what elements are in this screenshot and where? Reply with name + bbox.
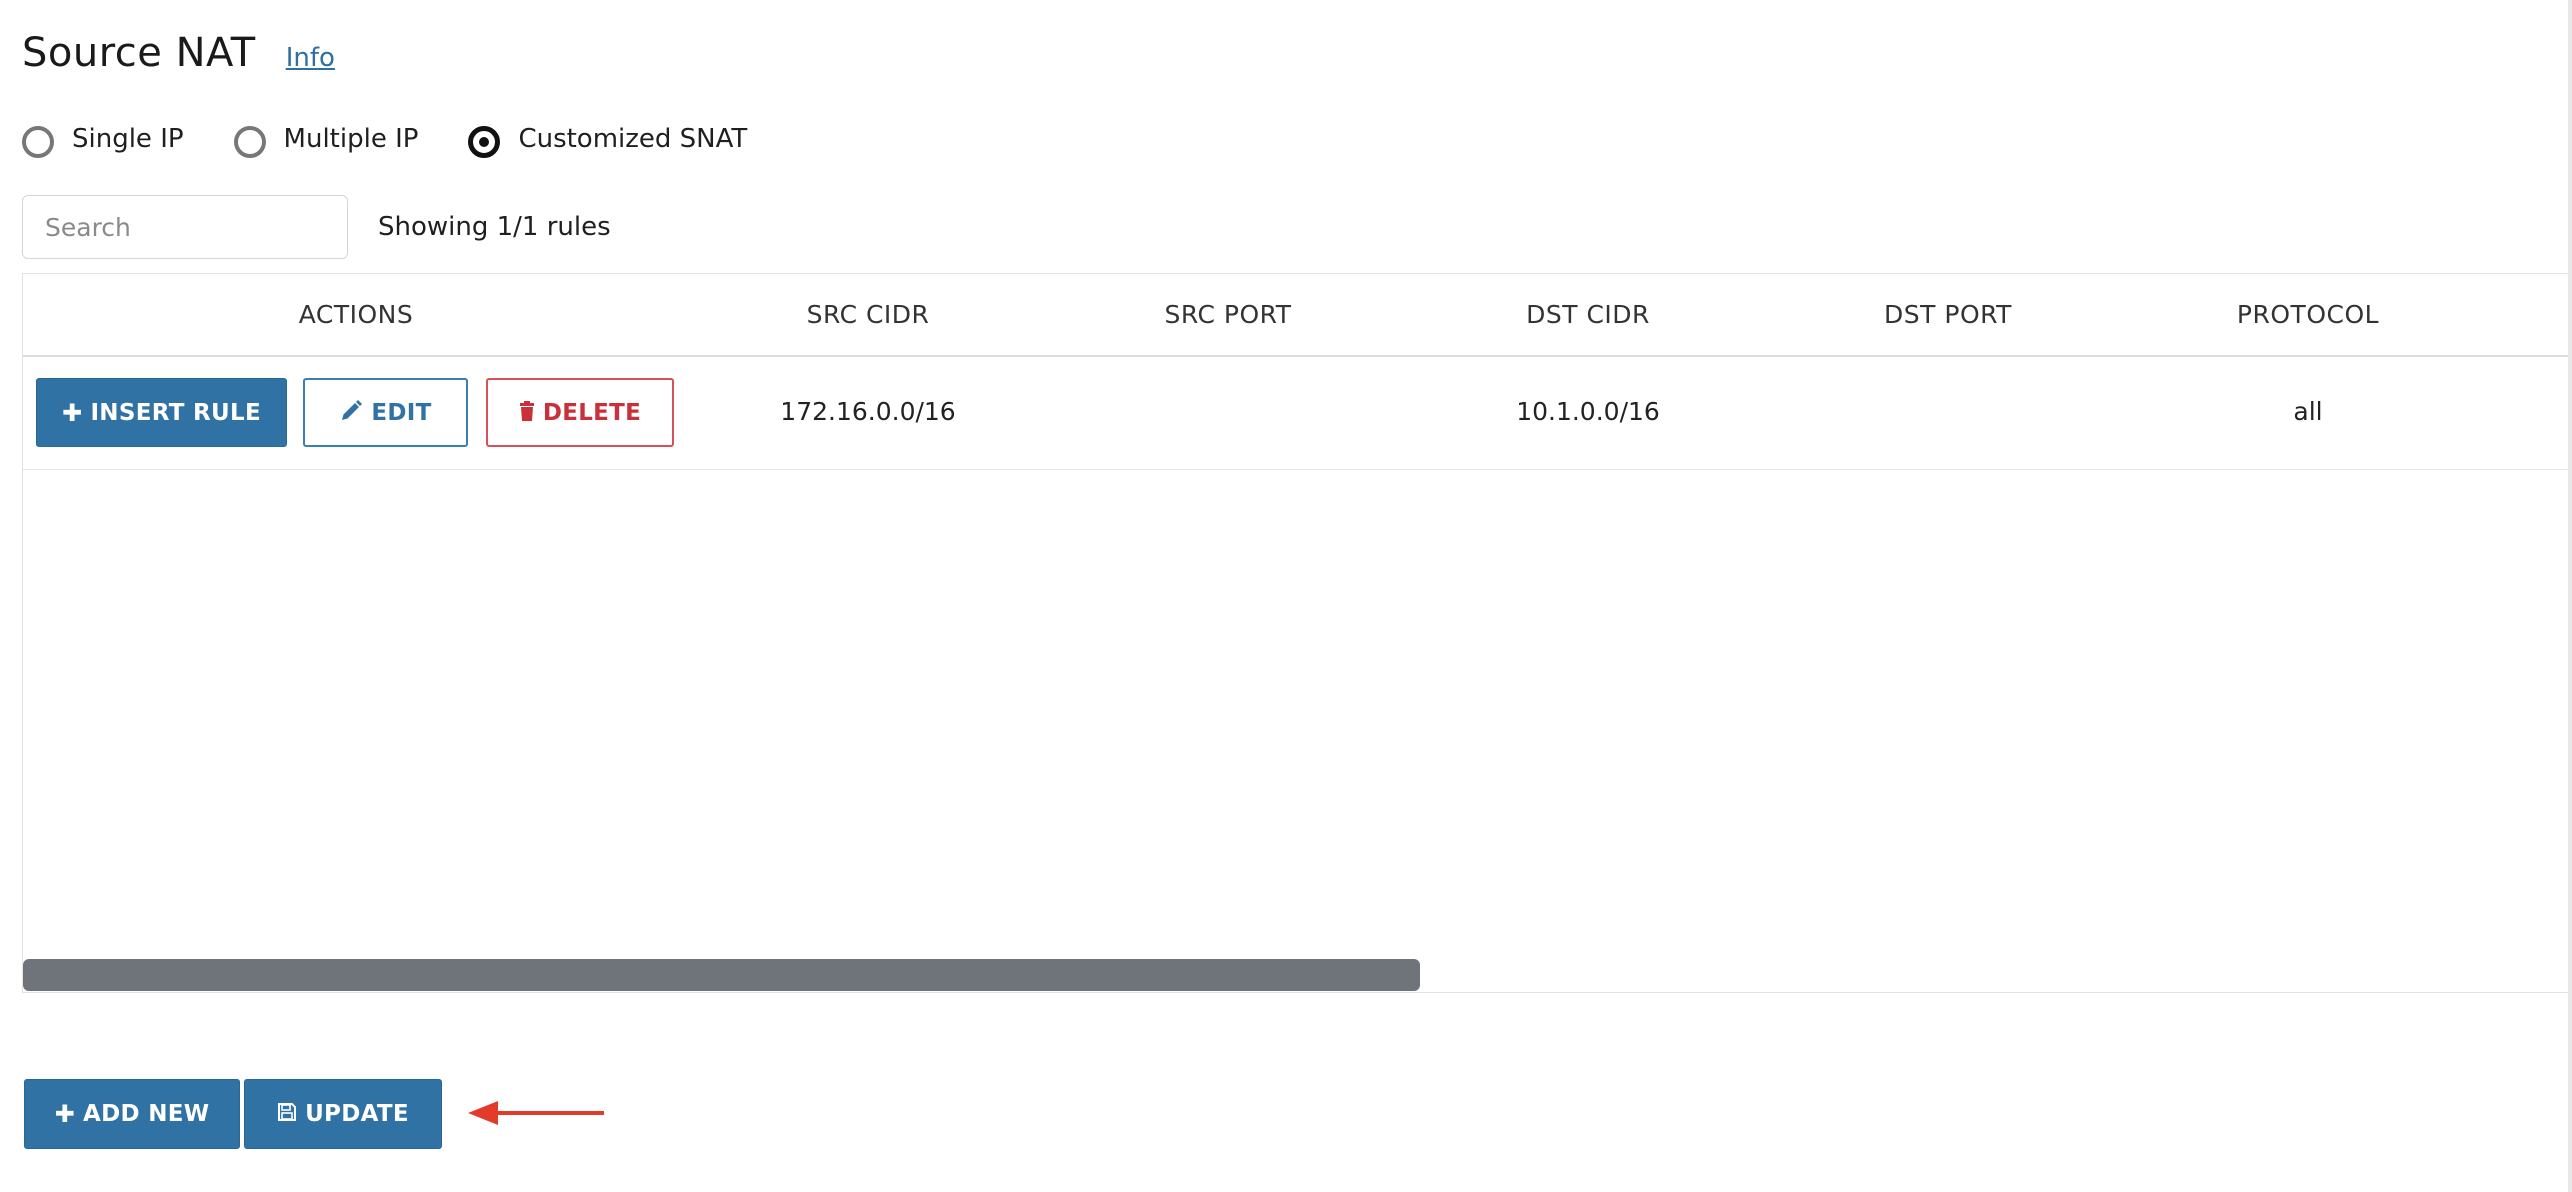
window-edge [2568, 0, 2572, 1192]
add-new-button[interactable]: ✚ ADD NEW [24, 1079, 240, 1149]
radio-multiple-ip[interactable]: Multiple IP [233, 120, 419, 158]
edit-button[interactable]: EDIT [303, 378, 468, 447]
cell-protocol: all [2293, 397, 2323, 426]
column-header-actions: ACTIONS [298, 300, 414, 329]
plus-icon: ✚ [62, 398, 83, 427]
title-row: Source NAT Info [22, 30, 335, 76]
radio-customized-snat-circle[interactable] [468, 126, 501, 158]
radio-single-ip-label: Single IP [72, 124, 184, 154]
cell-src-cidr: 172.16.0.0/16 [780, 397, 956, 426]
plus-icon: ✚ [54, 1100, 75, 1128]
radio-multiple-ip-circle[interactable] [233, 126, 266, 158]
column-header-protocol: PROTOCOL [2236, 300, 2380, 329]
arrow-left-icon [468, 1100, 608, 1130]
page: Source NAT Info Single IP Multiple IP Cu… [0, 0, 2572, 1192]
insert-rule-label: INSERT RULE [90, 399, 261, 426]
radio-single-ip[interactable]: Single IP [22, 120, 184, 158]
table-header: ACTIONS SRC CIDR SRC PORT DST CIDR DST P… [23, 274, 2572, 357]
rules-table: ACTIONS SRC CIDR SRC PORT DST CIDR DST P… [22, 273, 2572, 993]
delete-label: DELETE [542, 399, 642, 426]
snat-mode-radio-group: Single IP Multiple IP Customized SNAT [22, 120, 797, 158]
table-row: ✚ INSERT RULE EDIT DELETE 172.16.0.0/16 … [23, 357, 2572, 470]
info-link[interactable]: Info [286, 43, 335, 73]
cell-dst-cidr: 10.1.0.0/16 [1516, 397, 1660, 426]
pencil-icon [339, 399, 363, 427]
insert-rule-button[interactable]: ✚ INSERT RULE [36, 378, 287, 447]
delete-button[interactable]: DELETE [486, 378, 674, 447]
column-header-src-port: SRC PORT [1164, 300, 1292, 329]
page-title: Source NAT [22, 30, 256, 76]
radio-customized-snat-label: Customized SNAT [518, 124, 748, 154]
column-header-dst-port: DST PORT [1884, 300, 2012, 329]
radio-multiple-ip-label: Multiple IP [283, 124, 419, 154]
horizontal-scrollbar[interactable] [23, 959, 1420, 991]
radio-customized-snat[interactable]: Customized SNAT [468, 120, 747, 158]
column-header-dst-cidr: DST CIDR [1526, 300, 1650, 329]
add-new-label: ADD NEW [83, 1101, 210, 1127]
trash-icon [519, 400, 535, 425]
radio-single-ip-circle[interactable] [22, 126, 54, 158]
rules-count-text: Showing 1/1 rules [378, 212, 611, 242]
update-label: UPDATE [305, 1101, 409, 1127]
column-header-src-cidr: SRC CIDR [806, 300, 930, 329]
edit-label: EDIT [371, 399, 432, 426]
search-row: Showing 1/1 rules [22, 195, 611, 259]
update-button[interactable]: UPDATE [244, 1079, 442, 1149]
save-icon [277, 1102, 297, 1126]
search-input[interactable] [22, 195, 348, 259]
